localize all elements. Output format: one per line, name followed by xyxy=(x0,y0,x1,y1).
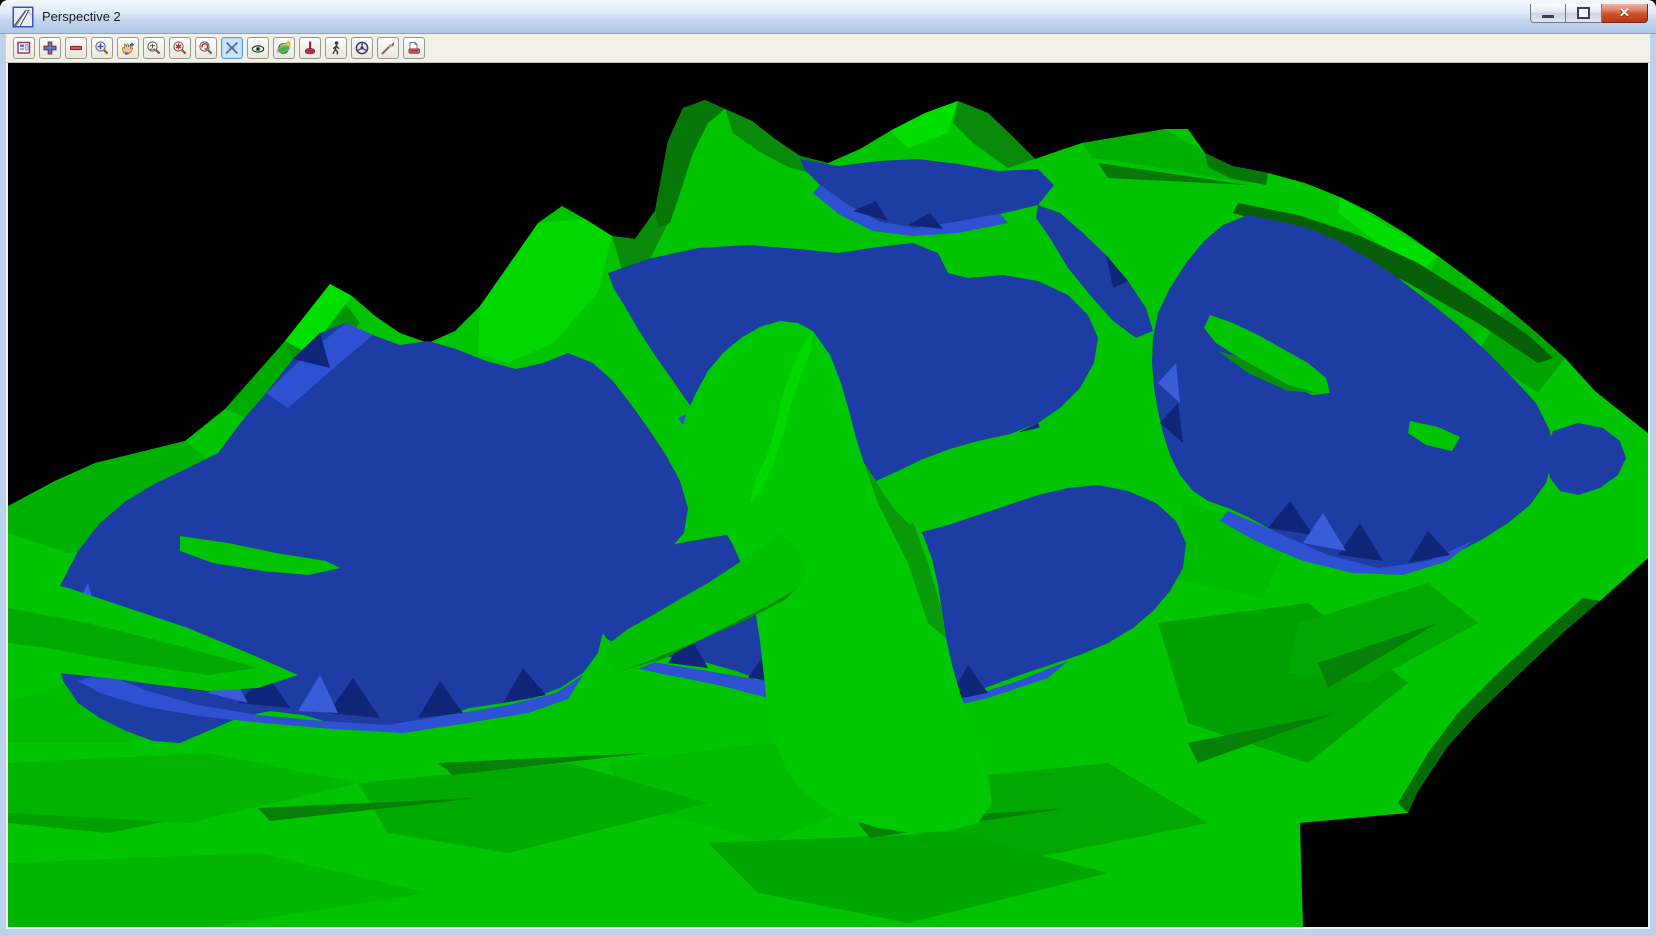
rotate-view-button[interactable] xyxy=(195,37,217,59)
zoom-in-button[interactable] xyxy=(39,37,61,59)
clip-volume-icon xyxy=(224,40,240,56)
camera-settings-button[interactable] xyxy=(247,37,269,59)
close-button[interactable]: ✕ xyxy=(1602,4,1648,23)
view-attributes-icon xyxy=(16,40,32,56)
render-button[interactable] xyxy=(377,37,399,59)
walk-person-icon xyxy=(328,40,344,56)
viewport-3d[interactable] xyxy=(8,63,1648,927)
globe-icon xyxy=(276,40,292,56)
app-window: Perspective 2 ✕ xyxy=(0,0,1656,936)
view-toolbar: ± xyxy=(6,34,1650,63)
minimize-button[interactable] xyxy=(1530,4,1566,23)
drive-button[interactable] xyxy=(351,37,373,59)
maximize-button[interactable] xyxy=(1566,4,1602,23)
viewport-frame xyxy=(6,63,1650,929)
copy-view-button[interactable] xyxy=(403,37,425,59)
window-controls: ✕ xyxy=(1530,4,1648,23)
window-area-button[interactable] xyxy=(91,37,113,59)
rotate-view-icon xyxy=(198,40,214,56)
title-bar[interactable]: Perspective 2 ✕ xyxy=(0,0,1656,34)
navigate-view-button[interactable] xyxy=(273,37,295,59)
zoom-in-icon xyxy=(42,40,58,56)
view-attributes-button[interactable] xyxy=(13,37,35,59)
fit-view-icon xyxy=(172,40,188,56)
plunger-icon xyxy=(302,40,318,56)
svg-text:±: ± xyxy=(149,42,156,52)
pan-view-icon xyxy=(120,40,136,56)
steering-wheel-icon xyxy=(354,40,370,56)
minimize-icon xyxy=(1542,15,1554,18)
close-icon: ✕ xyxy=(1619,5,1630,21)
window-area-icon xyxy=(94,40,110,56)
window-title: Perspective 2 xyxy=(42,9,1530,24)
zoom-out-icon xyxy=(68,40,84,56)
zoom-in-out-icon: ± xyxy=(146,40,162,56)
copy-view-icon xyxy=(406,40,422,56)
zoom-out-button[interactable] xyxy=(65,37,87,59)
camera-eye-icon xyxy=(250,40,266,56)
set-display-depth-button[interactable] xyxy=(299,37,321,59)
window-frame: ± xyxy=(0,34,1656,936)
pan-view-button[interactable] xyxy=(117,37,139,59)
zoom-in-out-button[interactable]: ± xyxy=(143,37,165,59)
restore-icon xyxy=(1577,7,1590,19)
fit-view-button[interactable] xyxy=(169,37,191,59)
perspective-road-icon xyxy=(12,6,34,28)
clip-volume-button[interactable] xyxy=(221,37,243,59)
walk-button[interactable] xyxy=(325,37,347,59)
brush-icon xyxy=(380,40,396,56)
